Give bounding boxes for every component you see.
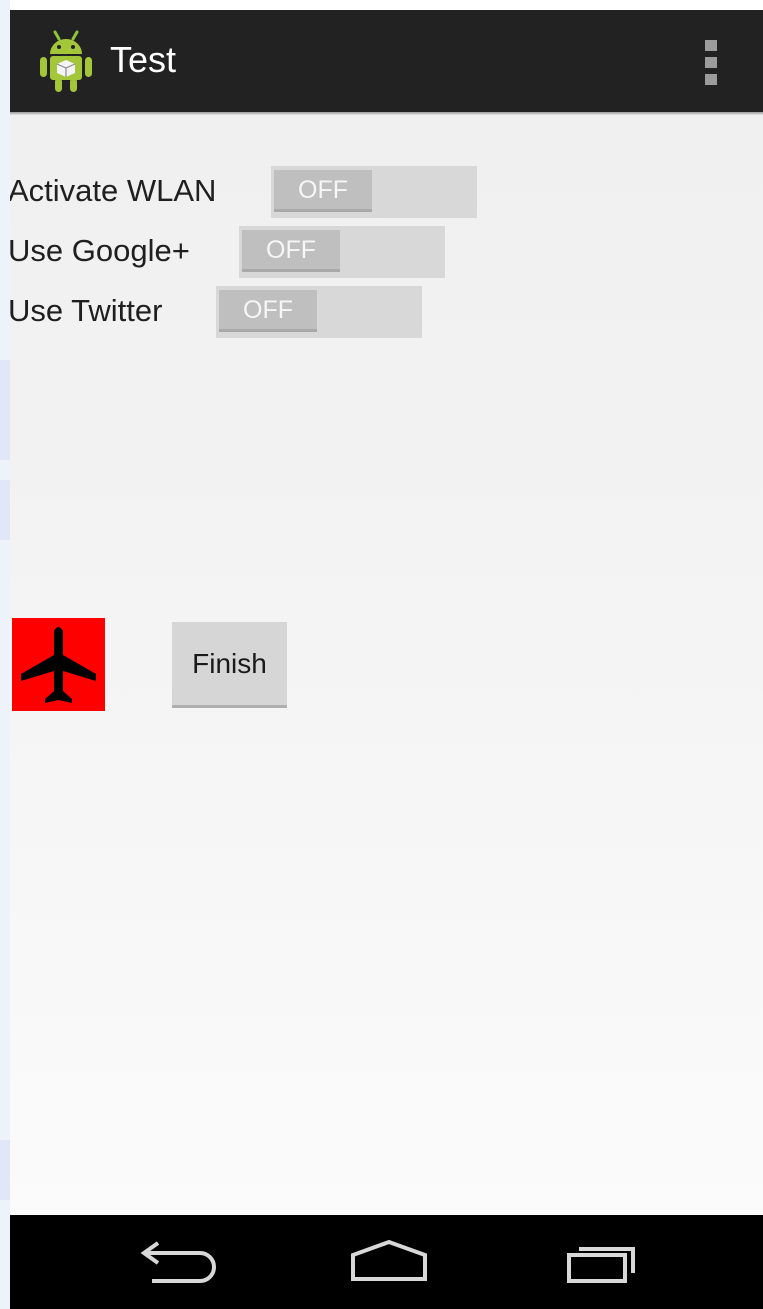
airplane-mode-button[interactable] xyxy=(12,618,105,711)
switch-thumb: OFF xyxy=(274,170,372,212)
edge-decoration xyxy=(0,360,10,460)
android-screen: Test Activate WLAN OFF Use Google+ OFF U… xyxy=(10,10,763,1309)
setting-label: Use Google+ xyxy=(10,233,190,268)
window-left-edge xyxy=(0,0,10,1309)
airplane-icon xyxy=(21,627,96,703)
setting-label: Use Twitter xyxy=(10,293,163,328)
android-robot-icon xyxy=(40,30,92,92)
back-icon[interactable] xyxy=(138,1237,218,1287)
edge-decoration xyxy=(0,480,10,540)
home-icon[interactable] xyxy=(348,1237,430,1287)
finish-button[interactable]: Finish xyxy=(172,622,287,708)
edge-decoration xyxy=(0,1140,10,1200)
recent-apps-icon[interactable] xyxy=(564,1237,644,1287)
overflow-menu-icon[interactable] xyxy=(700,40,722,86)
switch-thumb: OFF xyxy=(242,230,340,272)
main-content: Activate WLAN OFF Use Google+ OFF Use Tw… xyxy=(10,116,763,1215)
wlan-switch[interactable]: OFF xyxy=(271,166,477,218)
switch-thumb: OFF xyxy=(219,290,317,332)
setting-label: Activate WLAN xyxy=(10,173,217,208)
navigation-bar xyxy=(10,1215,763,1309)
twitter-switch[interactable]: OFF xyxy=(216,286,422,338)
action-bar: Test xyxy=(10,10,763,116)
google-plus-switch[interactable]: OFF xyxy=(239,226,445,278)
app-title: Test xyxy=(110,39,177,80)
